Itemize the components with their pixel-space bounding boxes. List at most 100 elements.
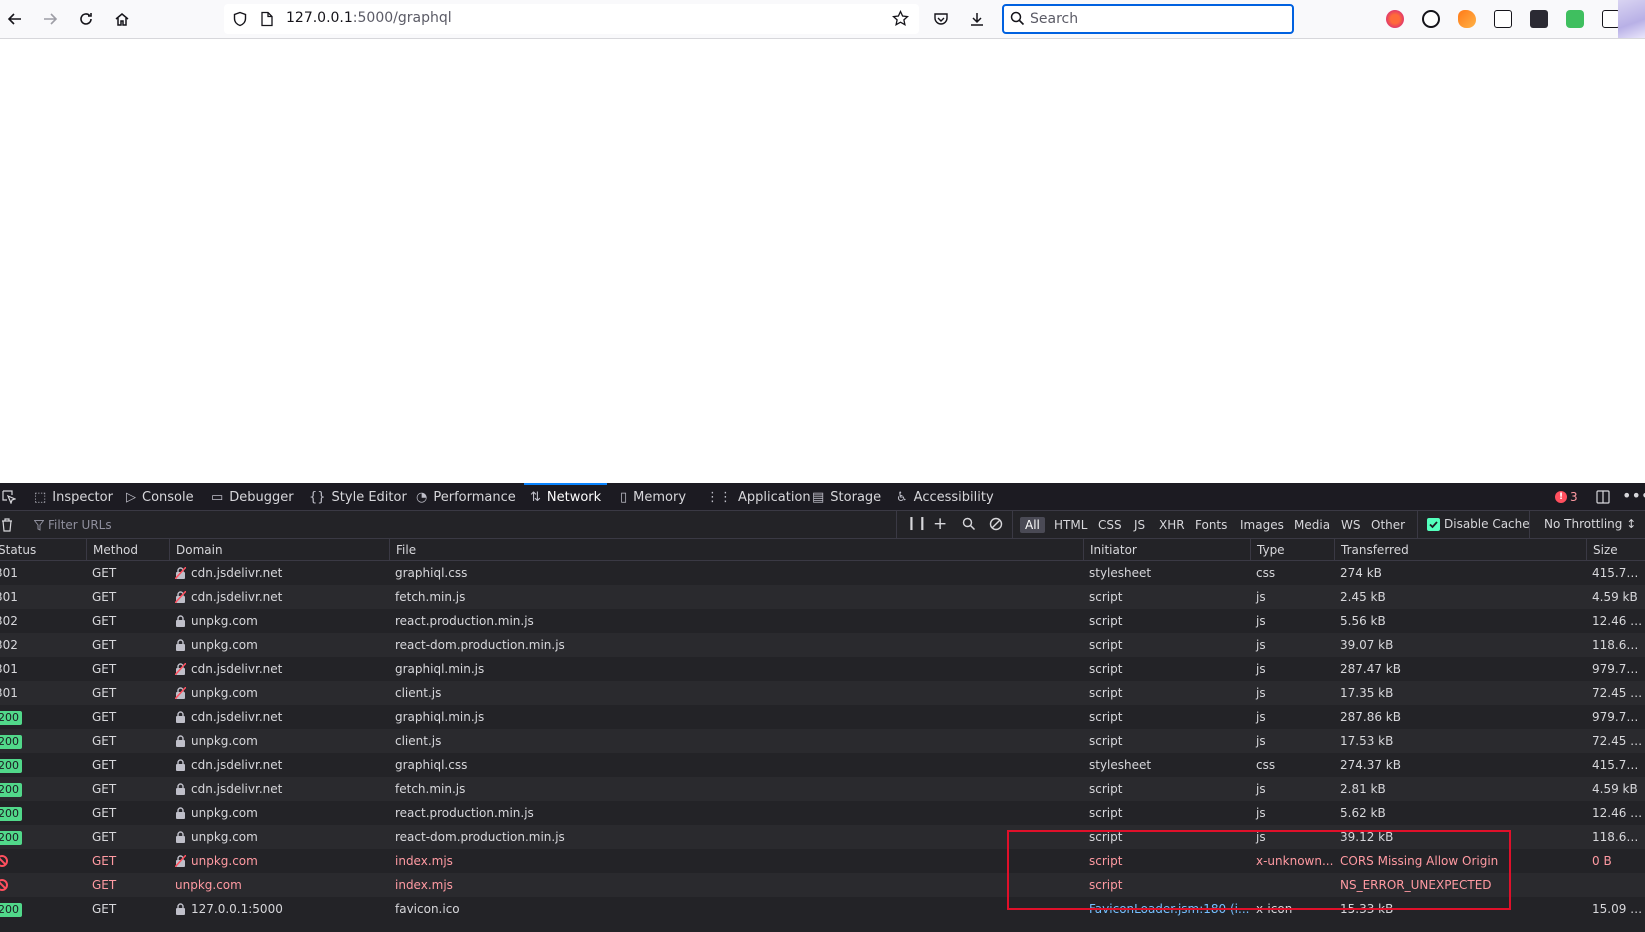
cell-domain: unpkg.com xyxy=(169,801,389,825)
table-row[interactable]: 200 GET unpkg.com react-dom.production.min.… xyxy=(0,825,1645,849)
filter-type-other[interactable]: Other xyxy=(1366,517,1410,533)
tab-memory[interactable]: ▯ Memory xyxy=(620,483,686,511)
downloads-icon[interactable] xyxy=(965,7,989,31)
reader-view-icon[interactable] xyxy=(1494,10,1512,28)
pick-element-icon[interactable] xyxy=(2,490,17,507)
filter-type-all[interactable]: All xyxy=(1020,517,1045,533)
cell-size: 979.75 kB xyxy=(1592,710,1645,724)
table-row[interactable]: 301 GET cdn.jsdelivr.net graphiql.min.js scr… xyxy=(0,657,1645,681)
shield-icon[interactable] xyxy=(232,11,248,31)
column-header-status[interactable]: Status xyxy=(0,539,86,561)
error-count-badge[interactable]: ! 3 xyxy=(1555,490,1578,504)
cell-method: GET xyxy=(92,902,117,916)
tab-accessibility[interactable]: ♿ Accessibility xyxy=(896,483,994,511)
page-icon xyxy=(260,11,274,31)
column-header-method[interactable]: Method xyxy=(86,539,169,561)
pocket-icon[interactable] xyxy=(929,7,953,31)
search-input[interactable] xyxy=(1030,9,1280,29)
table-row[interactable]: 301 GET unpkg.com client.js script js 17.35 kB… xyxy=(0,681,1645,705)
status-code: 302 xyxy=(0,614,18,628)
url-bar[interactable]: 127.0.0.1:5000/graphql xyxy=(224,4,919,34)
extension-color-icon[interactable] xyxy=(1530,10,1548,28)
browser-toolbar: 127.0.0.1:5000/graphql xyxy=(0,0,1645,39)
table-row[interactable]: 200 GET cdn.jsdelivr.net graphiql.css styles… xyxy=(0,753,1645,777)
filter-urls-input[interactable] xyxy=(34,515,854,535)
cell-file: index.mjs xyxy=(395,878,453,892)
filter-type-css[interactable]: CSS xyxy=(1093,517,1127,533)
cell-status: 200 xyxy=(0,825,86,849)
more-options-icon[interactable]: ••• xyxy=(1622,486,1645,505)
column-header-size[interactable]: Size xyxy=(1586,539,1645,561)
cell-status: 200 xyxy=(0,705,86,729)
status-code: 200 xyxy=(0,807,22,821)
table-row[interactable]: 200 GET 127.0.0.1:5000 favicon.ico FaviconLo… xyxy=(0,897,1645,921)
back-arrow-icon[interactable] xyxy=(3,7,27,31)
extension-fox-icon[interactable] xyxy=(1458,10,1476,28)
column-header-initiator[interactable]: Initiator xyxy=(1083,539,1250,561)
tab-style-editor[interactable]: {} Style Editor xyxy=(309,483,407,511)
domain-text: cdn.jsdelivr.net xyxy=(191,710,283,724)
block-requests-icon[interactable] xyxy=(989,517,1003,534)
tab-console[interactable]: ▷ Console xyxy=(126,483,194,511)
cell-type: css xyxy=(1256,566,1276,580)
filter-type-js[interactable]: JS xyxy=(1129,517,1150,533)
tab-storage[interactable]: ▤ Storage xyxy=(812,483,881,511)
domain-text: cdn.jsdelivr.net xyxy=(191,782,283,796)
cell-file: fetch.min.js xyxy=(395,782,466,796)
filter-type-fonts[interactable]: Fonts xyxy=(1190,517,1232,533)
disable-cache-checkbox[interactable] xyxy=(1427,518,1440,531)
filter-type-media[interactable]: Media xyxy=(1289,517,1335,533)
filter-type-ws[interactable]: WS xyxy=(1336,517,1365,533)
cell-status: 200 xyxy=(0,753,86,777)
column-header-transferred[interactable]: Transferred xyxy=(1334,539,1586,561)
extension-sync-icon[interactable] xyxy=(1422,10,1440,28)
table-row[interactable]: 200 GET unpkg.com client.js script js 17.53 kB… xyxy=(0,729,1645,753)
pause-icon[interactable]: ❙❙ xyxy=(906,516,928,531)
table-row[interactable]: 302 GET unpkg.com react.production.min.js sc… xyxy=(0,609,1645,633)
domain-text: unpkg.com xyxy=(191,638,258,652)
responsive-design-icon[interactable] xyxy=(1596,490,1610,507)
home-icon[interactable] xyxy=(110,7,134,31)
request-list: 301 GET cdn.jsdelivr.net graphiql.css styles… xyxy=(0,561,1645,921)
cell-initiator[interactable]: FaviconLoader.jsm:180 (i... xyxy=(1083,897,1250,921)
tab-performance[interactable]: ◔ Performance xyxy=(416,483,516,511)
table-row[interactable]: 301 GET cdn.jsdelivr.net graphiql.css styles… xyxy=(0,561,1645,585)
url-text[interactable]: 127.0.0.1:5000/graphql xyxy=(286,10,452,26)
table-row[interactable]: GET unpkg.com index.mjs script x-unknown... C… xyxy=(0,849,1645,873)
table-row[interactable]: 200 GET unpkg.com react.production.min.js sc… xyxy=(0,801,1645,825)
filter-type-xhr[interactable]: XHR xyxy=(1154,517,1190,533)
tab-inspector[interactable]: ⬚ Inspector xyxy=(34,483,113,511)
bookmark-star-icon[interactable] xyxy=(892,9,909,31)
status-code: 200 xyxy=(0,711,22,725)
throttling-select[interactable]: No Throttling ↕ xyxy=(1544,517,1636,531)
tab-debugger[interactable]: ▭ Debugger xyxy=(211,483,294,511)
table-row[interactable]: 200 GET cdn.jsdelivr.net fetch.min.js script… xyxy=(0,777,1645,801)
table-row[interactable]: 200 GET cdn.jsdelivr.net graphiql.min.js scr… xyxy=(0,705,1645,729)
cell-file: client.js xyxy=(395,686,442,700)
column-header-file[interactable]: File xyxy=(389,539,1083,561)
forward-arrow-icon[interactable] xyxy=(38,7,62,31)
status-code: 200 xyxy=(0,831,22,845)
disable-cache-label[interactable]: Disable Cache xyxy=(1444,517,1530,531)
tab-network[interactable]: ⇅ Network xyxy=(523,483,608,511)
filter-type-html[interactable]: HTML xyxy=(1049,517,1092,533)
theme-artwork xyxy=(1618,0,1645,38)
table-row[interactable]: 301 GET cdn.jsdelivr.net fetch.min.js script… xyxy=(0,585,1645,609)
search-requests-icon[interactable] xyxy=(962,517,976,534)
filter-type-images[interactable]: Images xyxy=(1235,517,1289,533)
column-header-type[interactable]: Type xyxy=(1250,539,1334,561)
trash-icon[interactable] xyxy=(0,517,14,535)
cell-method: GET xyxy=(92,806,117,820)
column-header-domain[interactable]: Domain xyxy=(169,539,389,561)
extension-flower-icon[interactable] xyxy=(1386,10,1404,28)
add-request-icon[interactable]: + xyxy=(933,514,947,534)
table-row[interactable]: 302 GET unpkg.com react-dom.production.min.… xyxy=(0,633,1645,657)
page-content xyxy=(0,39,1645,483)
insecure-lock-icon xyxy=(175,663,186,675)
cell-domain: cdn.jsdelivr.net xyxy=(169,657,389,681)
tab-application[interactable]: ⋮⋮ Application xyxy=(706,483,811,511)
search-bar[interactable] xyxy=(1002,4,1294,34)
table-row[interactable]: GET unpkg.com index.mjs script NS_ERROR_UNEX… xyxy=(0,873,1645,897)
reload-icon[interactable] xyxy=(74,7,98,31)
extension-green-icon[interactable] xyxy=(1566,10,1584,28)
